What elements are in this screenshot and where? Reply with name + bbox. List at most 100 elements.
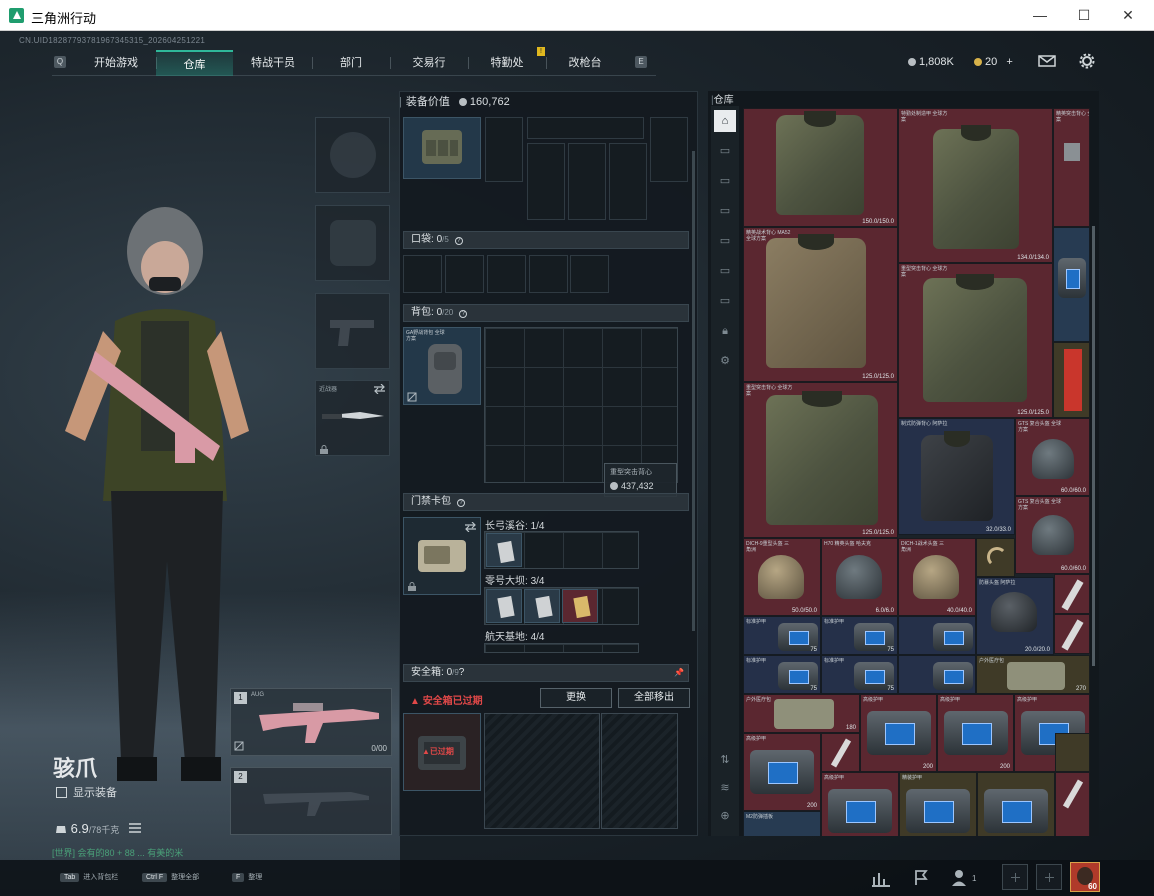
close-button[interactable]: ✕: [1106, 3, 1150, 27]
category-tab-icon[interactable]: ▭: [714, 290, 736, 312]
backpack-item[interactable]: GA野战背包 全球方案: [403, 327, 481, 405]
warehouse-item[interactable]: 标准护甲 75: [743, 655, 821, 694]
warehouse-item[interactable]: DICH-9重型头盔 三角洲 50.0/50.0: [743, 538, 821, 616]
warehouse-item[interactable]: [1054, 574, 1090, 614]
chart-icon[interactable]: [868, 865, 894, 891]
warehouse-item[interactable]: 户外医疗包 180: [743, 694, 860, 733]
add-gold-button[interactable]: +: [1006, 56, 1012, 68]
show-equipment-toggle[interactable]: 显示装备: [56, 784, 117, 800]
tab-trading[interactable]: 交易行: [391, 50, 467, 76]
warehouse-item[interactable]: 防暴头盔 阿萨拉 20.0/20.0: [976, 577, 1054, 655]
warehouse-item[interactable]: 标准护甲 75: [821, 616, 898, 655]
warehouse-item[interactable]: 精装护甲 200: [899, 772, 977, 836]
keycard-item[interactable]: [486, 589, 522, 623]
pistol-slot[interactable]: [315, 293, 390, 369]
sort-icon[interactable]: ⇅: [714, 749, 736, 771]
help-icon[interactable]: ?: [459, 310, 468, 318]
pocket-slot[interactable]: [445, 255, 484, 293]
warehouse-item[interactable]: GTS 复合头盔 全球方案 60.0/60.0: [1015, 496, 1090, 574]
category-tab-icon[interactable]: ▭: [714, 260, 736, 282]
keycard-grid-spacebase[interactable]: [484, 643, 639, 653]
warehouse-item[interactable]: [1055, 733, 1090, 772]
warehouse-item[interactable]: H70 精英头盔 哈夫克 6.0/6.0: [821, 538, 898, 616]
warehouse-item[interactable]: [1054, 614, 1090, 654]
warehouse-item[interactable]: [1053, 227, 1090, 342]
tab-start-game[interactable]: 开始游戏: [78, 50, 154, 76]
warehouse-item[interactable]: [1053, 342, 1090, 418]
rig-slot[interactable]: [527, 117, 644, 139]
hint-sort-all[interactable]: Ctrl F 整理全部: [142, 872, 199, 882]
world-chat-preview[interactable]: [世界] 会有的80 + 88 ... 有美的米: [52, 846, 183, 859]
chest-rig-item[interactable]: [403, 117, 481, 179]
empty-squad-slot[interactable]: [1036, 864, 1062, 890]
loadout-scrollbar[interactable]: [692, 151, 695, 631]
player-avatar[interactable]: 60: [1070, 862, 1100, 892]
flag-icon[interactable]: [908, 865, 934, 891]
warehouse-item[interactable]: [977, 772, 1055, 836]
settings-gear-icon[interactable]: [1078, 53, 1096, 69]
squad-indicator[interactable]: 1: [950, 865, 986, 891]
show-equipment-checkbox[interactable]: [56, 787, 67, 798]
category-all-icon[interactable]: ⌂: [714, 110, 736, 132]
keycard-item[interactable]: [486, 533, 522, 567]
nav-next-key[interactable]: E: [635, 56, 647, 68]
hint-sort[interactable]: F 整理: [232, 872, 262, 882]
swap-icon[interactable]: [373, 384, 386, 394]
tab-department[interactable]: 部门: [313, 50, 389, 76]
warehouse-item[interactable]: 特勤处制造甲 全球方案 134.0/134.0: [898, 108, 1053, 263]
pocket-slot[interactable]: [570, 255, 609, 293]
warehouse-item[interactable]: 高级护甲 200: [937, 694, 1014, 772]
warehouse-item[interactable]: 标准护甲 75: [821, 655, 898, 694]
warehouse-item[interactable]: 重型突击背心 全球方案 125.0/125.0: [743, 382, 898, 538]
tab-operators[interactable]: 特战干员: [235, 50, 311, 76]
keycard-case-item[interactable]: [403, 517, 481, 595]
warehouse-item[interactable]: 精英突击背心 全球方案: [1053, 108, 1090, 227]
warehouse-scrollbar[interactable]: [1092, 226, 1095, 666]
lock-icon[interactable]: 🔒︎: [714, 320, 736, 342]
move-all-button[interactable]: 全部移出: [618, 688, 690, 708]
rig-slot[interactable]: [609, 143, 647, 220]
empty-squad-slot[interactable]: [1002, 864, 1028, 890]
pin-icon[interactable]: 📌: [674, 665, 684, 681]
help-icon[interactable]: ?: [457, 499, 465, 507]
rig-slot[interactable]: [650, 117, 688, 182]
warehouse-item[interactable]: 标准护甲 75: [743, 616, 821, 655]
safebox-item[interactable]: ▲已过期: [403, 713, 481, 791]
warehouse-item[interactable]: 制式防弹背心 阿萨拉 32.0/33.0: [898, 418, 1015, 535]
warehouse-item[interactable]: GTS 复合头盔 全球方案 60.0/60.0: [1015, 418, 1090, 496]
warehouse-item[interactable]: 150.0/150.0: [743, 108, 898, 227]
armor-slot[interactable]: [315, 205, 390, 281]
mail-icon[interactable]: [1038, 53, 1056, 69]
tab-warehouse[interactable]: 仓库: [156, 50, 233, 76]
category-tab-icon[interactable]: ▭: [714, 200, 736, 222]
gold-currency[interactable]: 20 +: [974, 56, 1013, 68]
warehouse-item[interactable]: DICH-1战术头盔 三角洲 40.0/40.0: [898, 538, 976, 616]
keycard-item[interactable]: [562, 589, 598, 623]
help-icon[interactable]: ?: [459, 667, 465, 678]
melee-slot[interactable]: 近战器: [315, 380, 390, 456]
pocket-slot[interactable]: [403, 255, 442, 293]
rig-slot[interactable]: [568, 143, 606, 220]
swap-icon[interactable]: [464, 522, 477, 532]
hint-tab[interactable]: Tab 进入背包栏: [60, 872, 118, 882]
maximize-button[interactable]: ☐: [1062, 3, 1106, 27]
replace-button[interactable]: 更换: [540, 688, 612, 708]
warehouse-item[interactable]: [1055, 772, 1090, 836]
category-tab-icon[interactable]: ▭: [714, 140, 736, 162]
warehouse-item[interactable]: 精英战术背心 MA52 全球方案 125.0/125.0: [743, 227, 898, 382]
warehouse-item[interactable]: [898, 655, 976, 694]
add-tab-icon[interactable]: ⊕: [714, 805, 736, 827]
secondary-weapon-slot[interactable]: 2: [230, 767, 392, 835]
warehouse-item[interactable]: 户外医疗包 270: [976, 655, 1090, 694]
primary-weapon-slot[interactable]: 1 AUG 0/00: [230, 688, 392, 756]
category-tab-icon[interactable]: ▭: [714, 230, 736, 252]
keycard-item[interactable]: [524, 589, 560, 623]
rig-slot[interactable]: [527, 143, 565, 220]
warehouse-item[interactable]: 高级护甲 200: [821, 772, 899, 836]
warehouse-item[interactable]: [898, 616, 976, 655]
list-icon[interactable]: [128, 823, 141, 833]
layers-icon[interactable]: ≋: [714, 777, 736, 799]
warehouse-grid[interactable]: 150.0/150.0 特勤处制造甲 全球方案 134.0/134.0 精英突击…: [743, 108, 1090, 836]
backpack-grid[interactable]: [484, 327, 678, 483]
nav-prev-key[interactable]: Q: [54, 56, 66, 68]
